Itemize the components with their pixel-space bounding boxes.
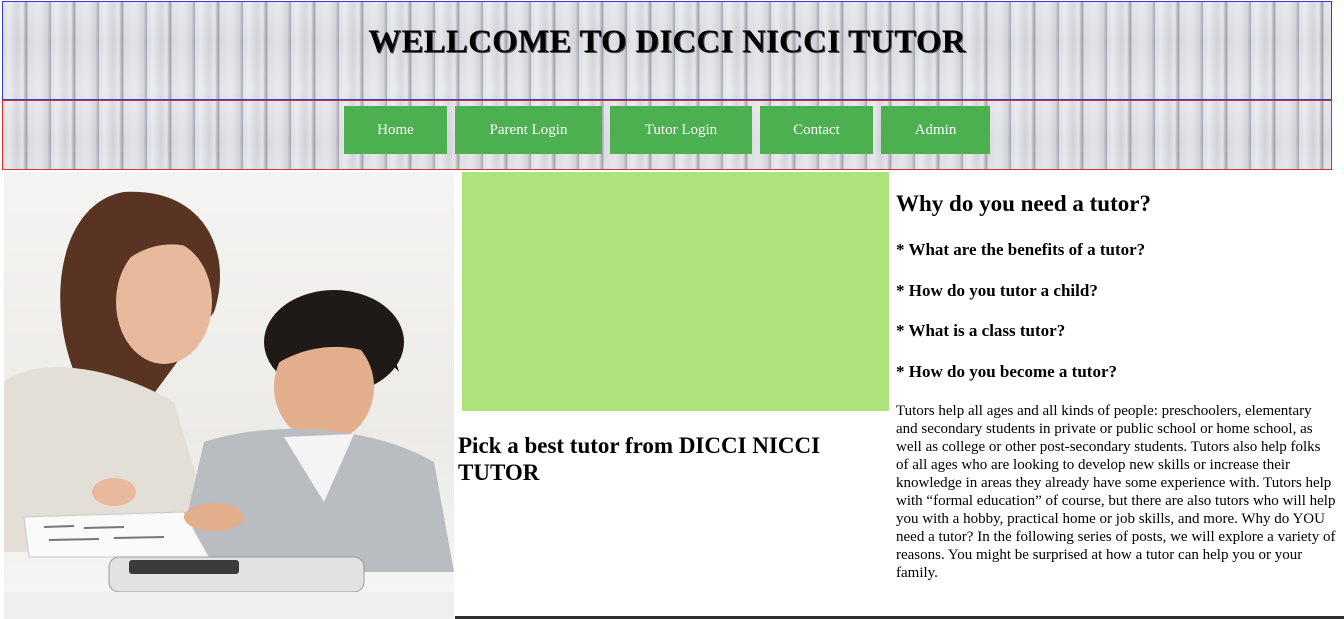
pick-tutor-heading: Pick a best tutor from DICCI NICCI TUTOR (458, 433, 821, 485)
nav-tutor-login-button[interactable]: Tutor Login (610, 106, 752, 154)
question-tutor-child: * How do you tutor a child? (896, 281, 1098, 300)
tutor-with-child-photo (4, 172, 454, 619)
nav-contact-button[interactable]: Contact (760, 106, 873, 154)
question-become-tutor: * How do you become a tutor? (896, 362, 1117, 381)
site-title: WELLCOME TO DICCI NICCI TUTOR (368, 24, 966, 60)
site-header: WELLCOME TO DICCI NICCI TUTOR (2, 1, 1332, 100)
nav-home-button[interactable]: Home (344, 106, 447, 154)
green-banner (462, 172, 889, 411)
why-tutor-heading: Why do you need a tutor? (896, 191, 1151, 216)
nav-parent-login-button[interactable]: Parent Login (455, 106, 602, 154)
question-benefits: * What are the benefits of a tutor? (896, 240, 1146, 259)
nav-bar: Home Parent Login Tutor Login Contact Ad… (2, 100, 1332, 170)
tutor-description: Tutors help all ages and all kinds of pe… (896, 403, 1336, 581)
tutor-photo-illustration (4, 191, 454, 619)
nav-admin-button[interactable]: Admin (881, 106, 990, 154)
question-class-tutor: * What is a class tutor? (896, 321, 1066, 340)
